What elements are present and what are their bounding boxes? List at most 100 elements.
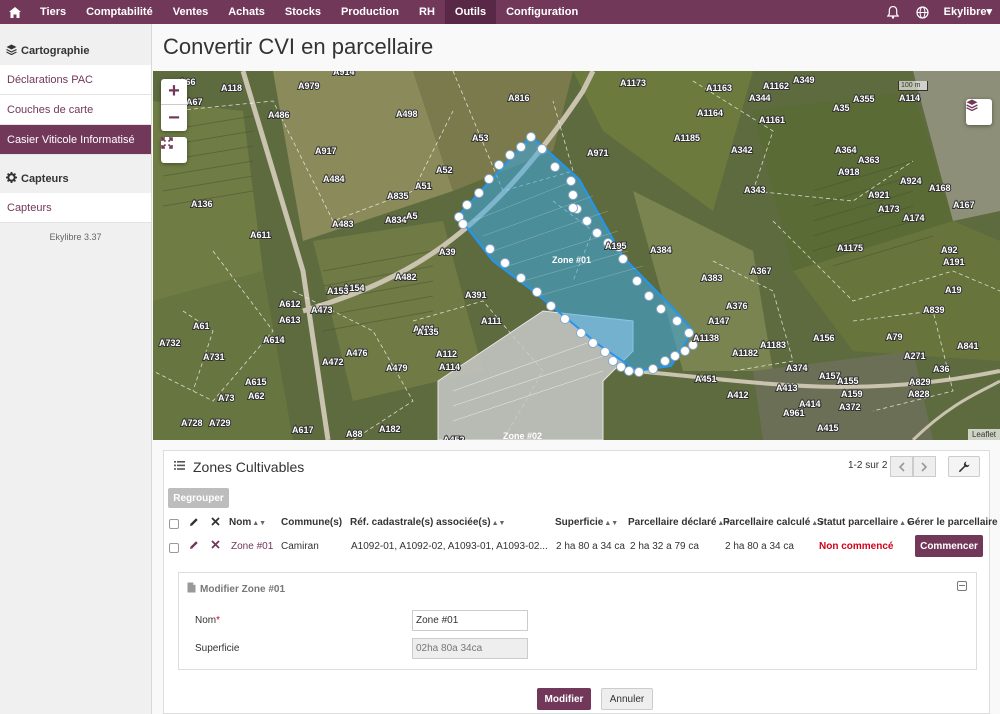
user-menu[interactable]: Ekylibre▾ bbox=[938, 0, 1000, 24]
polygon-vertex-handle[interactable] bbox=[546, 301, 556, 311]
parcel-label: A168 bbox=[929, 183, 951, 193]
parcel-label: A498 bbox=[396, 109, 418, 119]
nav-item-ventes[interactable]: Ventes bbox=[163, 0, 218, 24]
polygon-vertex-handle[interactable] bbox=[634, 367, 644, 377]
column-header-name[interactable]: Nom▲▼ bbox=[229, 517, 266, 528]
parcel-label: A914 bbox=[333, 71, 355, 77]
required-marker: * bbox=[216, 615, 221, 626]
polygon-vertex-handle[interactable] bbox=[608, 356, 618, 366]
column-header-commune[interactable]: Commune(s) bbox=[281, 517, 342, 528]
app-version: Ekylibre 3.37 bbox=[49, 232, 102, 242]
delete-row-icon[interactable] bbox=[211, 540, 220, 552]
name-input[interactable]: Zone #01 bbox=[412, 610, 528, 631]
parcel-label: A5 bbox=[406, 211, 418, 221]
polygon-vertex-handle[interactable] bbox=[532, 287, 542, 297]
parcel-label: A835 bbox=[387, 191, 409, 201]
sidebar-item-casier-viticole[interactable]: Casier Viticole Informatisé bbox=[0, 125, 151, 155]
satellite-map[interactable]: Zone #02 Zone #01 A66A67A118 A979A486A914… bbox=[153, 71, 1000, 440]
polygon-vertex-handle[interactable] bbox=[550, 162, 560, 172]
polygon-vertex-handle[interactable] bbox=[632, 276, 642, 286]
polygon-vertex-handle[interactable] bbox=[462, 200, 472, 210]
polygon-vertex-handle[interactable] bbox=[576, 328, 586, 338]
nav-item-achats[interactable]: Achats bbox=[218, 0, 275, 24]
nav-item-configuration[interactable]: Configuration bbox=[496, 0, 588, 24]
collapse-icon[interactable] bbox=[957, 581, 967, 591]
polygon-vertex-handle[interactable] bbox=[680, 346, 690, 356]
map-attribution[interactable]: Leaflet bbox=[967, 429, 1000, 440]
cancel-button[interactable]: Annuler bbox=[601, 688, 653, 710]
parcel-label: A729 bbox=[209, 418, 231, 428]
sidebar-item-declarations-pac[interactable]: Déclarations PAC bbox=[0, 65, 151, 95]
panel-title: Zones Cultivables bbox=[193, 459, 305, 475]
zoom-in-button[interactable]: + bbox=[161, 79, 187, 105]
declared-cell: 2 ha 32 a 79 ca bbox=[630, 541, 699, 552]
modify-button[interactable]: Modifier bbox=[537, 688, 591, 710]
globe-icon[interactable] bbox=[908, 0, 938, 24]
nav-item-production[interactable]: Production bbox=[331, 0, 409, 24]
nav-item-outils[interactable]: Outils bbox=[444, 0, 497, 24]
parcel-label: A363 bbox=[858, 155, 880, 165]
map-view[interactable]: Zone #02 Zone #01 A66 A67 A118 A979 A486 A914… bbox=[153, 71, 1000, 440]
select-all-checkbox[interactable] bbox=[169, 519, 179, 529]
polygon-vertex-handle[interactable] bbox=[624, 366, 634, 376]
polygon-vertex-handle[interactable] bbox=[670, 351, 680, 361]
polygon-vertex-handle[interactable] bbox=[474, 188, 484, 198]
nav-item-rh[interactable]: RH bbox=[409, 0, 445, 24]
parcel-label: A415 bbox=[817, 423, 839, 433]
polygon-vertex-handle[interactable] bbox=[484, 174, 494, 184]
polygon-vertex-handle[interactable] bbox=[582, 216, 592, 226]
polygon-vertex-handle[interactable] bbox=[644, 291, 654, 301]
polygon-vertex-handle[interactable] bbox=[588, 338, 598, 348]
polygon-vertex-handle[interactable] bbox=[516, 142, 526, 152]
polygon-vertex-handle[interactable] bbox=[516, 273, 526, 283]
start-button[interactable]: Commencer bbox=[915, 535, 983, 557]
row-checkbox[interactable] bbox=[169, 543, 179, 553]
parcel-label: A1185 bbox=[674, 133, 700, 143]
polygon-vertex-handle[interactable] bbox=[568, 190, 578, 200]
column-header-declared[interactable]: Parcellaire déclaré▲▼ bbox=[628, 517, 731, 528]
home-icon[interactable] bbox=[0, 0, 30, 24]
polygon-vertex-handle[interactable] bbox=[660, 356, 670, 366]
parcel-label: A841 bbox=[957, 341, 979, 351]
previous-page-button[interactable] bbox=[890, 456, 913, 477]
polygon-vertex-handle[interactable] bbox=[494, 160, 504, 170]
polygon-vertex-handle[interactable] bbox=[485, 244, 495, 254]
parcel-label: A191 bbox=[943, 257, 965, 267]
parcel-label: A612 bbox=[279, 299, 301, 309]
parcel-label: A971 bbox=[587, 148, 609, 158]
polygon-vertex-handle[interactable] bbox=[672, 316, 682, 326]
nav-item-comptabilit-[interactable]: Comptabilité bbox=[76, 0, 163, 24]
settings-button[interactable] bbox=[948, 456, 980, 477]
polygon-vertex-handle[interactable] bbox=[600, 347, 610, 357]
polygon-vertex-handle[interactable] bbox=[500, 258, 510, 268]
polygon-vertex-handle[interactable] bbox=[648, 364, 658, 374]
layers-control-icon[interactable] bbox=[966, 99, 992, 125]
edit-row-icon[interactable] bbox=[189, 540, 199, 553]
column-header-status[interactable]: Statut parcellaire▲▼ bbox=[817, 517, 913, 528]
polygon-vertex-handle[interactable] bbox=[568, 203, 578, 213]
column-header-cadastral-ref[interactable]: Réf. cadastrale(s) associée(s)▲▼ bbox=[350, 517, 505, 528]
zoom-out-button[interactable]: − bbox=[161, 105, 187, 131]
polygon-vertex-handle[interactable] bbox=[526, 132, 536, 142]
column-header-calculated[interactable]: Parcellaire calculé▲▼ bbox=[723, 517, 825, 528]
polygon-vertex-handle[interactable] bbox=[592, 228, 602, 238]
next-page-button[interactable] bbox=[913, 456, 936, 477]
zone-name-link[interactable]: Zone #01 bbox=[231, 541, 273, 552]
bell-icon[interactable] bbox=[878, 0, 908, 24]
sidebar-item-couches-de-carte[interactable]: Couches de carte bbox=[0, 95, 151, 125]
polygon-vertex-handle[interactable] bbox=[505, 150, 515, 160]
regroup-button[interactable]: Regrouper bbox=[168, 488, 229, 508]
chevron-right-icon bbox=[921, 461, 928, 472]
sidebar-item-capteurs[interactable]: Capteurs bbox=[0, 193, 151, 223]
nav-item-tiers[interactable]: Tiers bbox=[30, 0, 76, 24]
polygon-vertex-handle[interactable] bbox=[560, 314, 570, 324]
column-header-area[interactable]: Superficie▲▼ bbox=[555, 517, 618, 528]
column-header-label: Parcellaire déclaré bbox=[628, 517, 717, 528]
nav-item-stocks[interactable]: Stocks bbox=[275, 0, 331, 24]
polygon-vertex-handle[interactable] bbox=[566, 176, 576, 186]
polygon-vertex-handle[interactable] bbox=[656, 304, 666, 314]
polygon-vertex-handle[interactable] bbox=[458, 219, 468, 229]
polygon-vertex-handle[interactable] bbox=[537, 144, 547, 154]
fullscreen-icon[interactable] bbox=[161, 137, 187, 163]
polygon-vertex-handle[interactable] bbox=[618, 254, 628, 264]
